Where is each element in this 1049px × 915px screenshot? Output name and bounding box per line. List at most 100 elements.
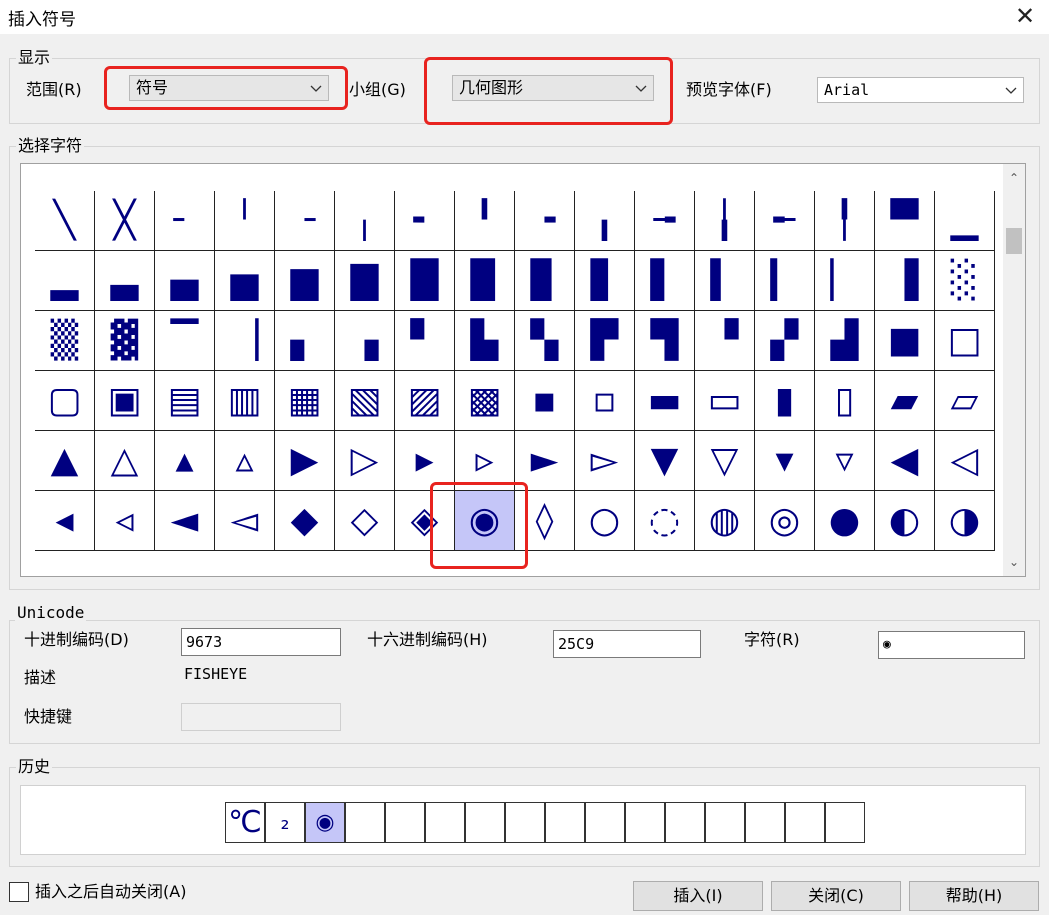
history-item[interactable] xyxy=(585,802,625,843)
char-cell[interactable]: ╽ xyxy=(695,191,755,251)
char-cell[interactable]: ▫ xyxy=(575,371,635,431)
char-cell[interactable]: ▧ xyxy=(335,371,395,431)
char-cell[interactable]: ▮ xyxy=(755,371,815,431)
char-cell[interactable]: ▦ xyxy=(275,371,335,431)
char-cell[interactable]: ▍ xyxy=(695,251,755,311)
char-cell[interactable]: ▘ xyxy=(395,311,455,371)
char-cell[interactable]: □ xyxy=(935,311,995,371)
char-cell[interactable]: ▄ xyxy=(155,251,215,311)
char-cell[interactable]: ▜ xyxy=(635,311,695,371)
close-icon[interactable]: ✕ xyxy=(1010,2,1040,30)
char-cell[interactable]: ▲ xyxy=(35,431,95,491)
history-item[interactable] xyxy=(345,802,385,843)
char-cell[interactable]: ▻ xyxy=(575,431,635,491)
char-cell[interactable]: ╸ xyxy=(395,191,455,251)
char-cell[interactable]: ▋ xyxy=(575,251,635,311)
close-button[interactable]: 关闭(C) xyxy=(771,881,901,911)
char-cell[interactable]: ▂ xyxy=(35,251,95,311)
char-cell[interactable]: ▉ xyxy=(455,251,515,311)
char-cell[interactable]: ▟ xyxy=(815,311,875,371)
char-cell[interactable]: ▼ xyxy=(635,431,695,491)
history-item[interactable] xyxy=(465,802,505,843)
char-cell[interactable]: ╹ xyxy=(455,191,515,251)
char-cell[interactable]: ◎ xyxy=(755,491,815,551)
char-cell[interactable]: ◁ xyxy=(935,431,995,491)
grid-scrollbar[interactable]: ⌃ ⌄ xyxy=(1003,164,1025,576)
char-cell[interactable]: ◄ xyxy=(155,491,215,551)
char-cell[interactable]: ▚ xyxy=(515,311,575,371)
char-cell[interactable]: ▪ xyxy=(515,371,575,431)
history-item[interactable] xyxy=(825,802,865,843)
char-cell[interactable]: ░ xyxy=(935,251,995,311)
char-cell[interactable]: ◑ xyxy=(935,491,995,551)
char-cell[interactable]: ◅ xyxy=(215,491,275,551)
char-cell[interactable]: ▯ xyxy=(815,371,875,431)
char-cell[interactable]: ▊ xyxy=(515,251,575,311)
decimal-code-input[interactable]: 9673 xyxy=(181,628,341,656)
history-item[interactable] xyxy=(545,802,585,843)
char-cell[interactable]: ● xyxy=(815,491,875,551)
char-cell[interactable]: ▢ xyxy=(35,371,95,431)
char-cell[interactable]: ▀ xyxy=(875,191,935,251)
char-cell[interactable]: ▣ xyxy=(95,371,155,431)
char-cell[interactable]: ╳ xyxy=(95,191,155,251)
history-item[interactable]: ₂ xyxy=(265,802,305,843)
char-cell[interactable]: ■ xyxy=(875,311,935,371)
char-cell[interactable]: ▓ xyxy=(95,311,155,371)
char-cell[interactable]: ▰ xyxy=(875,371,935,431)
char-cell[interactable]: ◐ xyxy=(875,491,935,551)
char-cell[interactable]: ▾ xyxy=(755,431,815,491)
char-cell[interactable]: ◍ xyxy=(695,491,755,551)
char-cell[interactable]: ╻ xyxy=(575,191,635,251)
history-item[interactable] xyxy=(785,802,825,843)
char-cell[interactable]: ▒ xyxy=(35,311,95,371)
history-item[interactable] xyxy=(425,802,465,843)
char-cell[interactable]: ▏ xyxy=(815,251,875,311)
char-cell[interactable]: ◀ xyxy=(875,431,935,491)
char-cell[interactable]: ▤ xyxy=(155,371,215,431)
char-cell[interactable]: ▥ xyxy=(215,371,275,431)
scroll-down-icon[interactable]: ⌄ xyxy=(1008,556,1020,568)
char-cell[interactable]: ◆ xyxy=(275,491,335,551)
char-cell[interactable]: ◌ xyxy=(635,491,695,551)
char-cell[interactable]: ▆ xyxy=(275,251,335,311)
char-cell[interactable]: ▌ xyxy=(635,251,695,311)
help-button[interactable]: 帮助(H) xyxy=(909,881,1039,911)
history-item[interactable] xyxy=(705,802,745,843)
history-item[interactable] xyxy=(505,802,545,843)
char-cell[interactable]: ╼ xyxy=(635,191,695,251)
char-cell[interactable]: ╺ xyxy=(515,191,575,251)
char-cell[interactable]: ◂ xyxy=(35,491,95,551)
char-cell[interactable]: ▶ xyxy=(275,431,335,491)
char-cell[interactable]: ▇ xyxy=(335,251,395,311)
char-cell[interactable]: ▃ xyxy=(95,251,155,311)
char-cell[interactable]: ▽ xyxy=(695,431,755,491)
char-cell[interactable]: ▗ xyxy=(335,311,395,371)
preview-font-dropdown[interactable]: Arial xyxy=(817,77,1024,103)
char-cell[interactable]: ▖ xyxy=(275,311,335,371)
history-item[interactable] xyxy=(665,802,705,843)
history-item[interactable] xyxy=(745,802,785,843)
autoclose-label[interactable]: 插入之后自动关闭(A) xyxy=(35,882,186,902)
char-cell[interactable]: ╲ xyxy=(35,191,95,251)
char-cell[interactable]: ▎ xyxy=(755,251,815,311)
char-cell[interactable]: ▁ xyxy=(935,191,995,251)
char-cell[interactable]: ▞ xyxy=(755,311,815,371)
char-cell[interactable]: △ xyxy=(95,431,155,491)
insert-button[interactable]: 插入(I) xyxy=(633,881,763,911)
char-cell[interactable]: ○ xyxy=(575,491,635,551)
char-cell[interactable]: █ xyxy=(395,251,455,311)
char-cell[interactable]: ▷ xyxy=(335,431,395,491)
history-item[interactable]: ℃ xyxy=(225,802,265,843)
char-cell[interactable]: ▿ xyxy=(815,431,875,491)
char-cell[interactable]: ▙ xyxy=(455,311,515,371)
char-cell[interactable]: ▵ xyxy=(215,431,275,491)
char-cell[interactable]: ▕ xyxy=(215,311,275,371)
char-cell[interactable]: ▨ xyxy=(395,371,455,431)
history-item[interactable] xyxy=(385,802,425,843)
char-cell[interactable]: ◇ xyxy=(335,491,395,551)
char-cell[interactable]: ▔ xyxy=(155,311,215,371)
char-cell[interactable]: ╴ xyxy=(155,191,215,251)
char-input[interactable]: ◉ xyxy=(878,631,1025,659)
hex-code-input[interactable]: 25C9 xyxy=(553,630,701,658)
